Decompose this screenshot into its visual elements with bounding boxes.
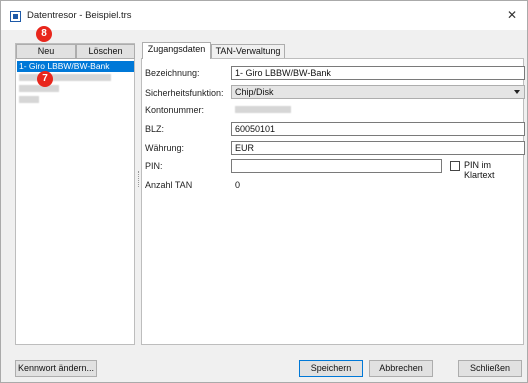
waehrung-field[interactable]: EUR: [231, 141, 525, 155]
tab-zugangsdaten[interactable]: Zugangsdaten: [142, 42, 211, 59]
pin-klartext-label: PIN im Klartext: [464, 160, 495, 180]
new-button[interactable]: Neu: [16, 44, 76, 59]
window-title: Datentresor - Beispiel.trs: [27, 10, 132, 21]
sicherheitsfunktion-select[interactable]: Chip/Disk: [231, 85, 525, 99]
sicherheitsfunktion-value: Chip/Disk: [235, 87, 274, 97]
blz-label: BLZ:: [145, 124, 165, 134]
pin-klartext-checkbox[interactable]: [450, 161, 460, 171]
app-icon: [10, 11, 21, 22]
save-button[interactable]: Speichern: [299, 360, 363, 377]
zugangsdaten-panel: Bezeichnung: 1- Giro LBBW/BW-Bank Sicher…: [141, 58, 525, 345]
annotation-badge-8: 8: [36, 26, 52, 42]
main-window: Datentresor - Beispiel.trs ✕ Neu Löschen…: [0, 0, 528, 383]
kontonummer-label: Kontonummer:: [145, 105, 205, 115]
change-password-button[interactable]: Kennwort ändern...: [15, 360, 97, 377]
account-list-panel: Neu Löschen 1- Giro LBBW/BW-Bank: [15, 43, 135, 345]
pin-field[interactable]: [231, 159, 442, 173]
sicherheitsfunktion-label: Sicherheitsfunktion:: [145, 88, 224, 98]
list-item-redacted[interactable]: [17, 94, 134, 105]
cancel-button[interactable]: Abbrechen: [369, 360, 433, 377]
anzahl-tan-value: 0: [235, 180, 241, 190]
chevron-down-icon: [514, 90, 520, 94]
anzahl-tan-label: Anzahl TAN: [145, 180, 193, 190]
delete-button[interactable]: Löschen: [76, 44, 135, 59]
bezeichnung-label: Bezeichnung:: [145, 68, 200, 78]
kontonummer-redacted: [235, 106, 291, 113]
list-item-redacted[interactable]: [17, 83, 134, 94]
list-item-redacted[interactable]: [17, 72, 134, 83]
bezeichnung-field[interactable]: 1- Giro LBBW/BW-Bank: [231, 66, 525, 80]
title-bar: Datentresor - Beispiel.trs ✕: [1, 1, 527, 30]
close-icon[interactable]: ✕: [505, 8, 519, 22]
list-item[interactable]: 1- Giro LBBW/BW-Bank: [17, 61, 134, 72]
pin-label: PIN:: [145, 161, 163, 171]
waehrung-label: Währung:: [145, 143, 185, 153]
account-list: 1- Giro LBBW/BW-Bank: [17, 61, 134, 105]
close-button[interactable]: Schließen: [458, 360, 522, 377]
tab-tan-verwaltung[interactable]: TAN-Verwaltung: [211, 44, 285, 58]
splitter-handle[interactable]: [138, 171, 140, 187]
blz-field[interactable]: 60050101: [231, 122, 525, 136]
annotation-badge-7: 7: [37, 71, 53, 87]
